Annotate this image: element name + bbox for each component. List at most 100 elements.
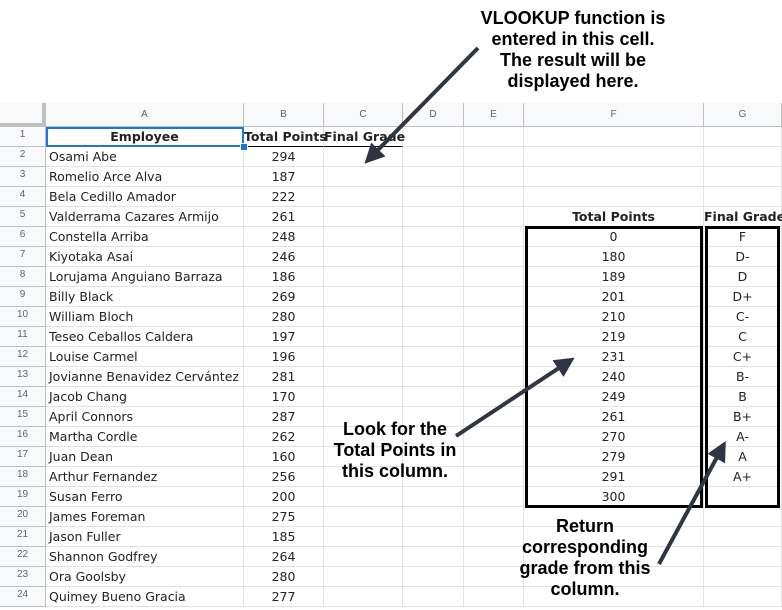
cell-e6[interactable]	[464, 227, 524, 247]
employee-points[interactable]: 185	[244, 527, 324, 547]
employee-name[interactable]: Jacob Chang	[46, 387, 244, 407]
cell-e14[interactable]	[464, 387, 524, 407]
employee-points[interactable]: 294	[244, 147, 324, 167]
lookup-points[interactable]: 240	[524, 367, 704, 387]
employee-points[interactable]: 222	[244, 187, 324, 207]
lookup-points[interactable]: 201	[524, 287, 704, 307]
employee-name[interactable]: Teseo Ceballos Caldera	[46, 327, 244, 347]
row-header-8[interactable]: 8	[0, 267, 46, 287]
cell-e13[interactable]	[464, 367, 524, 387]
lookup-points[interactable]: 261	[524, 407, 704, 427]
lookup-points[interactable]: 180	[524, 247, 704, 267]
employee-name[interactable]: Bela Cedillo Amador	[46, 187, 244, 207]
lookup-points[interactable]: 300	[524, 487, 704, 507]
employee-name[interactable]: Quimey Bueno Gracia	[46, 587, 244, 607]
employee-points[interactable]: 196	[244, 347, 324, 367]
row-header-12[interactable]: 12	[0, 347, 46, 367]
cell-e5[interactable]	[464, 207, 524, 227]
cell-f1[interactable]	[524, 127, 704, 147]
cell-d19[interactable]	[403, 487, 464, 507]
lookup-header-points[interactable]: Total Points	[524, 207, 704, 227]
lookup-points[interactable]: 249	[524, 387, 704, 407]
lookup-grade[interactable]: C+	[704, 347, 782, 367]
final-grade-cell[interactable]	[324, 207, 403, 227]
final-grade-cell[interactable]	[324, 167, 403, 187]
column-header-e[interactable]: E	[464, 103, 524, 127]
cell-e19[interactable]	[464, 487, 524, 507]
cell-d3[interactable]	[403, 167, 464, 187]
row-header-11[interactable]: 11	[0, 327, 46, 347]
employee-name[interactable]: Shannon Godfrey	[46, 547, 244, 567]
cell-e2[interactable]	[464, 147, 524, 167]
lookup-grade[interactable]: A-	[704, 427, 782, 447]
lookup-grade[interactable]: C-	[704, 307, 782, 327]
row-header-19[interactable]: 19	[0, 487, 46, 507]
cell-e10[interactable]	[464, 307, 524, 327]
row-header-23[interactable]: 23	[0, 567, 46, 587]
employee-name[interactable]: William Bloch	[46, 307, 244, 327]
employee-name[interactable]: Constella Arriba	[46, 227, 244, 247]
column-header-g[interactable]: G	[704, 103, 782, 127]
cell-d21[interactable]	[403, 527, 464, 547]
final-grade-cell[interactable]	[324, 147, 403, 167]
employee-points[interactable]: 280	[244, 567, 324, 587]
employee-name[interactable]: Osami Abe	[46, 147, 244, 167]
final-grade-cell[interactable]	[324, 227, 403, 247]
row-header-7[interactable]: 7	[0, 247, 46, 267]
employee-name[interactable]: Romelio Arce Alva	[46, 167, 244, 187]
employee-name[interactable]: Juan Dean	[46, 447, 244, 467]
lookup-points[interactable]: 189	[524, 267, 704, 287]
cell-d24[interactable]	[403, 587, 464, 607]
cell-d8[interactable]	[403, 267, 464, 287]
cell-g20[interactable]	[704, 507, 782, 527]
employee-name[interactable]: Jason Fuller	[46, 527, 244, 547]
employee-points[interactable]: 287	[244, 407, 324, 427]
employee-points[interactable]: 261	[244, 207, 324, 227]
lookup-grade[interactable]: D-	[704, 247, 782, 267]
lookup-points[interactable]: 270	[524, 427, 704, 447]
row-header-16[interactable]: 16	[0, 427, 46, 447]
row-header-1[interactable]: 1	[0, 127, 46, 147]
final-grade-cell[interactable]	[324, 347, 403, 367]
employee-name[interactable]: Martha Cordle	[46, 427, 244, 447]
final-grade-cell[interactable]	[324, 327, 403, 347]
cell-d22[interactable]	[403, 547, 464, 567]
employee-points[interactable]: 269	[244, 287, 324, 307]
lookup-grade[interactable]: C	[704, 327, 782, 347]
cell-d23[interactable]	[403, 567, 464, 587]
employee-points[interactable]: 248	[244, 227, 324, 247]
employee-name[interactable]: Ora Goolsby	[46, 567, 244, 587]
employee-name[interactable]: Billy Black	[46, 287, 244, 307]
lookup-points[interactable]: 279	[524, 447, 704, 467]
employee-points[interactable]: 281	[244, 367, 324, 387]
employee-name[interactable]: Susan Ferro	[46, 487, 244, 507]
cell-e9[interactable]	[464, 287, 524, 307]
final-grade-cell[interactable]	[324, 567, 403, 587]
cell-f3[interactable]	[524, 167, 704, 187]
column-header-d[interactable]: D	[403, 103, 464, 127]
cell-e12[interactable]	[464, 347, 524, 367]
lookup-grade[interactable]: F	[704, 227, 782, 247]
final-grade-cell[interactable]	[324, 487, 403, 507]
column-header-a[interactable]: A	[46, 103, 244, 127]
cell-g1[interactable]	[704, 127, 782, 147]
row-header-3[interactable]: 3	[0, 167, 46, 187]
employee-name[interactable]: Kiyotaka Asai	[46, 247, 244, 267]
lookup-points[interactable]: 210	[524, 307, 704, 327]
final-grade-cell[interactable]	[324, 187, 403, 207]
cell-d14[interactable]	[403, 387, 464, 407]
employee-points[interactable]: 275	[244, 507, 324, 527]
employee-points[interactable]: 277	[244, 587, 324, 607]
header-employee[interactable]: Employee	[46, 127, 244, 147]
employee-points[interactable]: 264	[244, 547, 324, 567]
row-header-10[interactable]: 10	[0, 307, 46, 327]
cell-d1[interactable]	[403, 127, 464, 147]
final-grade-cell[interactable]	[324, 547, 403, 567]
header-total-points[interactable]: Total Points	[244, 127, 327, 147]
employee-name[interactable]: Jovianne Benavidez Cervántez	[46, 367, 244, 387]
cell-d7[interactable]	[403, 247, 464, 267]
employee-name[interactable]: Louise Carmel	[46, 347, 244, 367]
final-grade-cell[interactable]	[324, 507, 403, 527]
cell-d12[interactable]	[403, 347, 464, 367]
cell-e8[interactable]	[464, 267, 524, 287]
